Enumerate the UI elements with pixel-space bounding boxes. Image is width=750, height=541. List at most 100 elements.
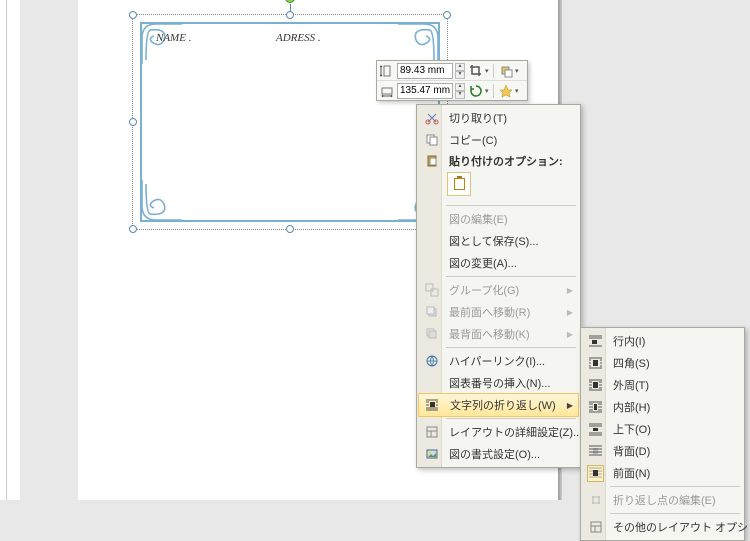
layout-icon bbox=[423, 424, 440, 441]
menu-separator bbox=[446, 347, 576, 348]
wrap-square[interactable]: 四角(S) bbox=[583, 352, 742, 374]
menu-paste-options-row bbox=[419, 171, 578, 203]
wrap-inline-label: 行内(I) bbox=[613, 333, 645, 349]
wrap-tight-label: 外周(T) bbox=[613, 377, 649, 393]
wrap-behind-icon bbox=[587, 443, 604, 460]
bring-front-icon bbox=[423, 304, 440, 321]
wrap-through[interactable]: 内部(H) bbox=[583, 396, 742, 418]
wrap-edit-points-label: 折り返し点の編集(E) bbox=[613, 492, 716, 508]
menu-send-back: 最背面へ移動(K) ▶ bbox=[419, 323, 578, 345]
menu-hyperlink[interactable]: ハイパーリンク(I)... bbox=[419, 350, 578, 372]
wrap-more-options-label: その他のレイアウト オプション(L)... bbox=[613, 519, 750, 535]
copy-icon bbox=[423, 132, 440, 149]
wrap-square-label: 四角(S) bbox=[613, 355, 650, 371]
menu-change-picture[interactable]: 図の変更(A)... bbox=[419, 252, 578, 274]
menu-cut-label: 切り取り(T) bbox=[449, 110, 507, 126]
menu-format-picture[interactable]: 図の書式設定(O)... bbox=[419, 443, 578, 465]
menu-paste-options: 貼り付けのオプション: bbox=[419, 151, 578, 171]
menu-text-wrap[interactable]: 文字列の折り返し(W) ▶ bbox=[418, 393, 579, 417]
wrap-topbottom-label: 上下(O) bbox=[613, 421, 651, 437]
wrap-through-icon bbox=[587, 399, 604, 416]
menu-bring-front-label: 最前面へ移動(R) bbox=[449, 304, 530, 320]
width-spinner[interactable]: ▲▼ bbox=[455, 83, 465, 99]
width-icon bbox=[379, 83, 395, 99]
clipboard-icon bbox=[454, 178, 465, 190]
menu-cut[interactable]: 切り取り(T) bbox=[419, 107, 578, 129]
picture-effects-button[interactable] bbox=[497, 82, 515, 100]
rotate-button[interactable] bbox=[467, 82, 485, 100]
hyperlink-icon bbox=[423, 353, 440, 370]
submenu-arrow-icon: ▶ bbox=[567, 308, 573, 317]
wrap-inline-icon bbox=[587, 333, 604, 350]
height-input[interactable] bbox=[397, 63, 453, 79]
wrap-edit-points: 折り返し点の編集(E) bbox=[583, 489, 742, 511]
send-back-icon bbox=[423, 326, 440, 343]
menu-separator bbox=[446, 276, 576, 277]
menu-text-wrap-label: 文字列の折り返し(W) bbox=[450, 397, 556, 413]
menu-edit-picture-label: 図の編集(E) bbox=[449, 211, 508, 227]
wrap-behind[interactable]: 背面(D) bbox=[583, 440, 742, 462]
menu-save-as-picture-label: 図として保存(S)... bbox=[449, 233, 539, 249]
wrap-more-options[interactable]: その他のレイアウト オプション(L)... bbox=[583, 516, 742, 538]
crop-button[interactable] bbox=[467, 62, 485, 80]
menu-group: グループ化(G) ▶ bbox=[419, 279, 578, 301]
wrap-front[interactable]: 前面(N) bbox=[583, 462, 742, 484]
vertical-ruler bbox=[0, 0, 20, 500]
paste-option-picture[interactable] bbox=[447, 172, 471, 196]
menu-paste-options-label: 貼り付けのオプション: bbox=[449, 153, 563, 169]
wrap-through-label: 内部(H) bbox=[613, 399, 650, 415]
menu-send-back-label: 最背面へ移動(K) bbox=[449, 326, 530, 342]
frame-shape[interactable]: NAME . ADRESS . bbox=[140, 22, 440, 222]
edit-wrap-points-icon bbox=[587, 492, 604, 509]
corner-ornament-tl bbox=[140, 22, 184, 66]
size-mini-toolbar: ▲▼ ▾ ▾ ▲▼ ▾ ▾ bbox=[376, 60, 528, 101]
picture-effects-dropdown[interactable]: ▾ bbox=[515, 87, 520, 95]
label-name: NAME . bbox=[156, 32, 191, 44]
menu-insert-caption-label: 図表番号の挿入(N)... bbox=[449, 375, 550, 391]
text-wrap-submenu: 行内(I) 四角(S) 外周(T) 内部(H) 上下(O) 背面(D) 前面(N… bbox=[580, 327, 745, 541]
menu-bring-front: 最前面へ移動(R) ▶ bbox=[419, 301, 578, 323]
wrap-front-label: 前面(N) bbox=[613, 465, 650, 481]
wrap-tight[interactable]: 外周(T) bbox=[583, 374, 742, 396]
wrap-topbottom[interactable]: 上下(O) bbox=[583, 418, 742, 440]
bring-forward-button[interactable] bbox=[497, 62, 515, 80]
submenu-arrow-icon: ▶ bbox=[567, 330, 573, 339]
width-input[interactable] bbox=[397, 83, 453, 99]
wrap-square-icon bbox=[587, 355, 604, 372]
menu-separator bbox=[446, 418, 576, 419]
menu-copy[interactable]: コピー(C) bbox=[419, 129, 578, 151]
bring-forward-dropdown[interactable]: ▾ bbox=[515, 67, 520, 75]
rotate-dropdown[interactable]: ▾ bbox=[485, 87, 490, 95]
corner-ornament-bl bbox=[140, 178, 184, 222]
cut-icon bbox=[423, 110, 440, 127]
paste-icon bbox=[423, 153, 440, 170]
menu-edit-picture: 図の編集(E) bbox=[419, 208, 578, 230]
menu-save-as-picture[interactable]: 図として保存(S)... bbox=[419, 230, 578, 252]
submenu-arrow-icon: ▶ bbox=[567, 286, 573, 295]
menu-hyperlink-label: ハイパーリンク(I)... bbox=[449, 353, 545, 369]
label-address: ADRESS . bbox=[276, 32, 321, 44]
wrap-front-icon bbox=[587, 465, 604, 482]
menu-format-picture-label: 図の書式設定(O)... bbox=[449, 446, 540, 462]
menu-separator bbox=[446, 205, 576, 206]
crop-dropdown[interactable]: ▾ bbox=[485, 67, 490, 75]
wrap-behind-label: 背面(D) bbox=[613, 443, 650, 459]
menu-copy-label: コピー(C) bbox=[449, 132, 497, 148]
menu-layout-detail[interactable]: レイアウトの詳細設定(Z)... bbox=[419, 421, 578, 443]
height-icon bbox=[379, 63, 395, 79]
menu-separator bbox=[610, 486, 740, 487]
group-icon bbox=[423, 282, 440, 299]
layout-options-icon bbox=[587, 519, 604, 536]
separator bbox=[493, 84, 494, 98]
wrap-inline[interactable]: 行内(I) bbox=[583, 330, 742, 352]
menu-group-label: グループ化(G) bbox=[449, 282, 519, 298]
menu-layout-detail-label: レイアウトの詳細設定(Z)... bbox=[449, 424, 582, 440]
menu-separator bbox=[610, 513, 740, 514]
text-wrap-icon bbox=[423, 397, 440, 414]
menu-insert-caption[interactable]: 図表番号の挿入(N)... bbox=[419, 372, 578, 394]
context-menu: 切り取り(T) コピー(C) 貼り付けのオプション: 図の編集(E) 図として保… bbox=[416, 104, 581, 468]
menu-change-picture-label: 図の変更(A)... bbox=[449, 255, 517, 271]
height-spinner[interactable]: ▲▼ bbox=[455, 63, 465, 79]
separator bbox=[493, 64, 494, 78]
submenu-arrow-icon: ▶ bbox=[567, 401, 573, 410]
